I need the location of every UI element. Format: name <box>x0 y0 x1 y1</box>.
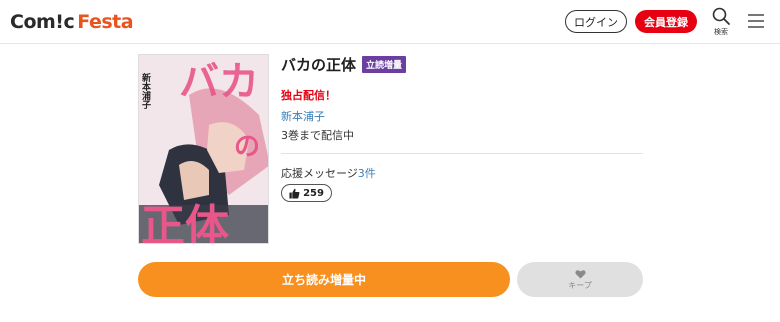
keep-label: キープ <box>568 280 592 290</box>
book-cover-image[interactable]: バカ の 正体 新本浦子 <box>138 54 269 244</box>
svg-text:バカ: バカ <box>179 59 259 105</box>
register-button[interactable]: 会員登録 <box>635 10 697 33</box>
like-count: 259 <box>303 187 324 199</box>
site-header: Com!c Festa ログイン 会員登録 検索 <box>0 0 780 44</box>
logo-prefix: Com!c <box>10 11 75 33</box>
cover-artwork: バカ の 正体 新本浦子 <box>139 55 268 244</box>
like-button[interactable]: 259 <box>281 184 332 202</box>
login-button[interactable]: ログイン <box>565 10 627 33</box>
book-title-row: バカの正体 立読増量 <box>281 53 407 75</box>
author-link[interactable]: 新本浦子 <box>281 108 325 124</box>
volume-status: 3巻まで配信中 <box>281 129 354 142</box>
hamburger-menu-icon <box>748 14 764 28</box>
search-button[interactable]: 検索 <box>708 6 734 40</box>
site-logo[interactable]: Com!c Festa <box>10 9 134 35</box>
preview-boost-badge: 立読増量 <box>362 55 407 73</box>
svg-text:新本浦子: 新本浦子 <box>140 72 151 110</box>
read-preview-button[interactable]: 立ち読み増量中 <box>138 262 510 297</box>
divider <box>281 153 643 154</box>
logo-suffix: Festa <box>77 11 134 33</box>
support-count[interactable]: 3件 <box>358 167 376 180</box>
support-messages[interactable]: 応援メッセージ3件 <box>281 165 376 181</box>
search-label: 検索 <box>714 28 728 36</box>
search-icon <box>712 7 730 25</box>
thumbs-up-icon <box>289 188 300 199</box>
svg-text:の: の <box>234 132 260 162</box>
heart-icon <box>574 269 586 279</box>
keep-button[interactable]: キープ <box>517 262 643 297</box>
exclusive-label: 独占配信！ <box>281 89 336 102</box>
svg-text:正体: 正体 <box>141 201 229 244</box>
menu-button[interactable] <box>746 12 766 30</box>
book-title: バカの正体 <box>281 55 357 74</box>
support-label: 応援メッセージ <box>281 167 358 180</box>
